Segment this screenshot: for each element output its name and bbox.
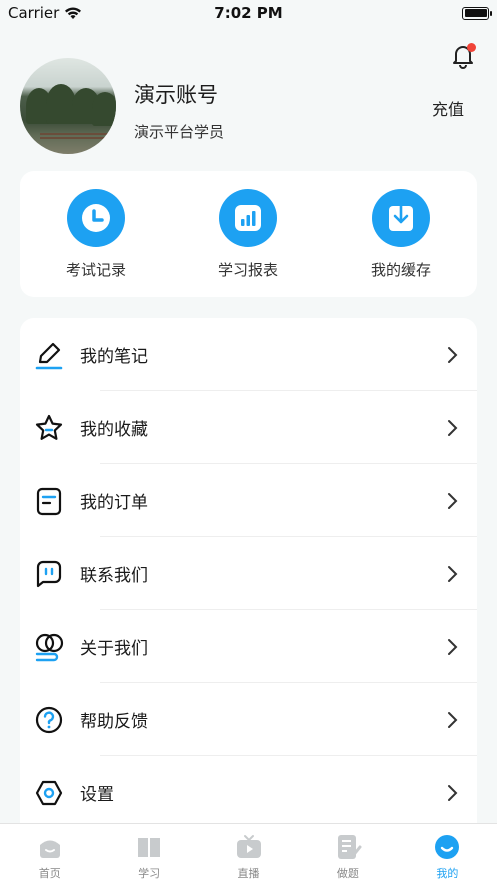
tab-label: 首页: [38, 867, 61, 880]
wifi-icon: [65, 7, 82, 19]
tab-label: 学习: [138, 867, 161, 880]
exercise-icon: [337, 835, 362, 859]
menu-item-label: 联系我们: [80, 566, 148, 586]
quick-action-label: 考试记录: [65, 261, 126, 279]
quick-action-exam-records[interactable]: 考试记录: [36, 189, 156, 280]
menu-list: 我的笔记 我的收藏 我的订单 联系我们 关于我们 帮助反馈 设置: [20, 318, 477, 838]
clock-icon: [67, 189, 125, 247]
tab-label: 我的: [436, 867, 459, 880]
tab-exercise[interactable]: 做题: [298, 824, 397, 883]
book-icon: [138, 838, 161, 857]
notification-badge: [467, 43, 476, 52]
quick-action-my-cache[interactable]: 我的缓存: [341, 189, 461, 280]
menu-item-label: 设置: [80, 785, 114, 805]
star-icon: [35, 414, 63, 440]
chevron-right-icon: [448, 565, 458, 582]
profile-name: 演示账号: [134, 83, 218, 107]
tv-icon: [236, 835, 261, 858]
chevron-right-icon: [448, 638, 458, 655]
tab-home[interactable]: 首页: [0, 824, 99, 883]
menu-item-label: 关于我们: [80, 639, 148, 659]
tab-label: 直播: [237, 867, 260, 880]
tab-study[interactable]: 学习: [99, 824, 198, 883]
help-icon: [35, 706, 63, 733]
menu-item-notes[interactable]: 我的笔记: [20, 318, 477, 391]
menu-item-label: 我的订单: [80, 493, 148, 513]
battery-icon: [462, 6, 492, 20]
quick-action-label: 我的缓存: [370, 261, 431, 279]
carrier-label: Carrier: [8, 4, 60, 22]
tab-live[interactable]: 直播: [199, 824, 298, 883]
menu-item-label: 我的收藏: [80, 420, 148, 440]
home-icon: [39, 840, 60, 858]
settings-icon: [35, 780, 63, 805]
profile-role: 演示平台学员: [134, 123, 225, 141]
profile-icon: [435, 835, 460, 859]
menu-item-help[interactable]: 帮助反馈: [20, 683, 477, 756]
menu-item-about[interactable]: 关于我们: [20, 610, 477, 683]
pencil-icon: [35, 342, 63, 369]
chat-icon: [36, 560, 62, 587]
chevron-right-icon: [448, 346, 458, 363]
tab-bar: 首页 学习 直播 做题 我的: [0, 823, 497, 883]
menu-item-favorites[interactable]: 我的收藏: [20, 391, 477, 464]
order-icon: [36, 487, 62, 515]
avatar[interactable]: [20, 58, 116, 154]
chevron-right-icon: [448, 492, 458, 509]
about-icon: [35, 633, 64, 661]
chevron-right-icon: [448, 784, 458, 801]
tab-mine[interactable]: 我的: [398, 824, 497, 883]
download-icon: [372, 189, 430, 247]
recharge-button[interactable]: 充值: [432, 96, 464, 120]
menu-item-settings[interactable]: 设置: [20, 756, 477, 829]
chevron-right-icon: [448, 711, 458, 728]
bar-chart-icon: [219, 189, 277, 247]
quick-actions-card: 考试记录 学习报表 我的缓存: [20, 171, 477, 297]
chevron-right-icon: [448, 419, 458, 436]
menu-item-label: 我的笔记: [80, 347, 148, 367]
status-bar: Carrier 7:02 PM: [0, 0, 497, 26]
menu-item-contact[interactable]: 联系我们: [20, 537, 477, 610]
quick-action-study-report[interactable]: 学习报表: [188, 189, 308, 280]
profile-header: 演示账号 演示平台学员 充值: [20, 58, 480, 154]
menu-item-label: 帮助反馈: [80, 712, 148, 732]
tab-label: 做题: [336, 867, 359, 880]
quick-action-label: 学习报表: [217, 261, 278, 279]
menu-item-orders[interactable]: 我的订单: [20, 464, 477, 537]
